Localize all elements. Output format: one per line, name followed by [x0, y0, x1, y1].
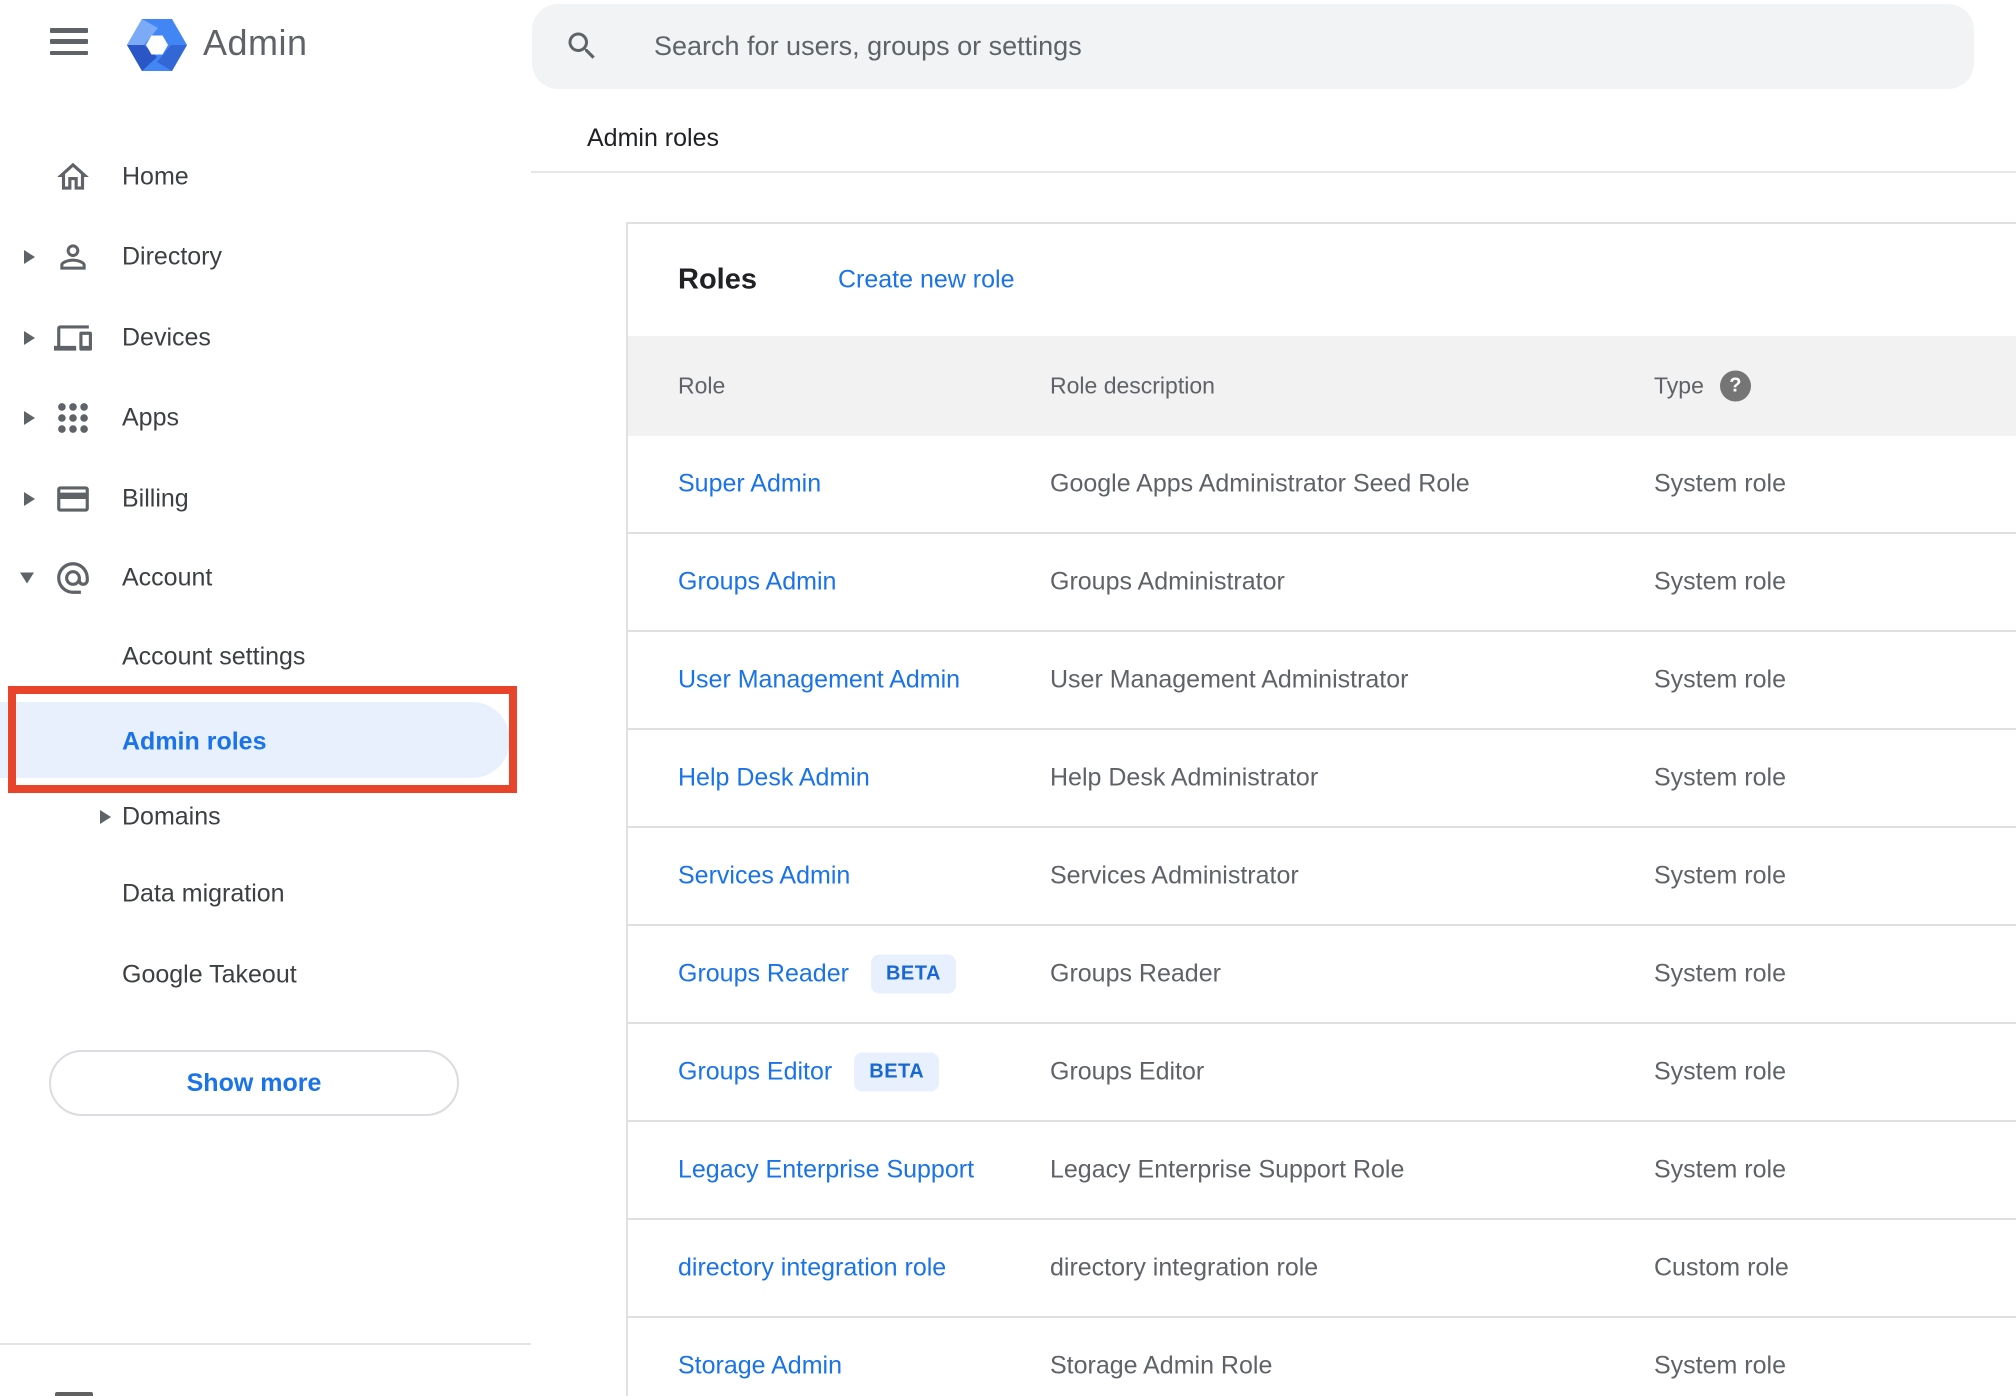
role-description-cell: Google Apps Administrator Seed Role	[1050, 469, 1470, 498]
role-description-cell: Legacy Enterprise Support Role	[1050, 1155, 1405, 1184]
expand-chevron-right-icon	[24, 331, 35, 345]
role-type-cell: System role	[1654, 959, 1786, 988]
sidebar-item-google-takeout[interactable]: Google Takeout	[0, 935, 531, 1015]
credit-card-icon	[54, 480, 92, 518]
roles-title: Roles	[678, 263, 757, 296]
sidebar-item-label: Account	[122, 563, 213, 592]
table-row: Groups Editor BETA Groups Editor System …	[628, 1024, 2016, 1122]
table-row: Groups Admin Groups Administrator System…	[628, 534, 2016, 632]
role-description-cell: Groups Editor	[1050, 1057, 1205, 1086]
help-icon[interactable]: ?	[1719, 370, 1751, 402]
expand-chevron-right-icon	[100, 810, 111, 824]
sidebar-item-devices[interactable]: Devices	[0, 298, 531, 378]
sidebar-item-account-settings[interactable]: Account settings	[0, 617, 531, 697]
sidebar-item-domains[interactable]: Domains	[0, 777, 531, 857]
role-description-cell: Storage Admin Role	[1050, 1351, 1273, 1380]
role-type-cell: System role	[1654, 861, 1786, 890]
beta-badge: BETA	[870, 954, 956, 994]
role-description-cell: Help Desk Administrator	[1050, 763, 1319, 792]
role-link[interactable]: Services Admin	[678, 862, 850, 891]
person-icon	[54, 238, 92, 276]
column-header-type-label: Type	[1654, 372, 1704, 399]
devices-icon	[54, 319, 92, 357]
search-input[interactable]	[652, 4, 1932, 89]
sidebar-item-label: Billing	[122, 484, 189, 513]
sidebar-item-label: Domains	[122, 802, 221, 831]
sidebar-item-label: Account settings	[122, 642, 306, 671]
role-description-cell: Groups Administrator	[1050, 567, 1285, 596]
role-type-cell: System role	[1654, 469, 1786, 498]
sidebar-item-label: Apps	[122, 403, 179, 432]
breadcrumb: Admin roles	[587, 124, 719, 152]
partial-sidebar-icon	[55, 1392, 93, 1396]
role-link[interactable]: Groups Editor	[678, 1058, 832, 1087]
table-row: User Management Admin User Management Ad…	[628, 632, 2016, 730]
app-title: Admin	[203, 22, 308, 63]
sidebar-item-admin-roles[interactable]: Admin roles	[0, 702, 531, 782]
sidebar-item-label: Devices	[122, 323, 211, 352]
role-description-cell: User Management Administrator	[1050, 665, 1409, 694]
role-type-cell: System role	[1654, 763, 1786, 792]
roles-card: Roles Create new role Role Role descript…	[626, 222, 2016, 1396]
header-divider	[531, 171, 2016, 173]
sidebar-item-home[interactable]: Home	[0, 137, 531, 217]
sidebar-item-billing[interactable]: Billing	[0, 459, 531, 539]
role-link[interactable]: Groups Reader	[678, 960, 849, 989]
role-link[interactable]: User Management Admin	[678, 666, 960, 695]
role-type-cell: System role	[1654, 567, 1786, 596]
sidebar-item-label: Data migration	[122, 879, 285, 908]
role-link[interactable]: Storage Admin	[678, 1352, 842, 1381]
table-row: Groups Reader BETA Groups Reader System …	[628, 926, 2016, 1024]
expand-chevron-right-icon	[24, 492, 35, 506]
sidebar-item-account[interactable]: Account	[0, 538, 531, 618]
sidebar-item-label: Directory	[122, 242, 223, 271]
sidebar-item-label: Google Takeout	[122, 960, 297, 989]
role-link[interactable]: Legacy Enterprise Support	[678, 1156, 974, 1185]
role-type-cell: System role	[1654, 1057, 1786, 1086]
role-link[interactable]: Groups Admin	[678, 568, 836, 597]
column-header-role: Role	[678, 372, 726, 399]
search-bar	[532, 4, 1974, 89]
table-row: directory integration role directory int…	[628, 1220, 2016, 1318]
home-icon	[54, 158, 92, 196]
show-more-button[interactable]: Show more	[49, 1050, 459, 1116]
role-type-cell: Custom role	[1654, 1253, 1789, 1282]
apps-grid-icon	[54, 399, 92, 437]
sidebar-item-apps[interactable]: Apps	[0, 378, 531, 458]
role-link[interactable]: Help Desk Admin	[678, 764, 870, 793]
at-sign-icon	[54, 559, 92, 597]
role-link[interactable]: directory integration role	[678, 1254, 946, 1283]
role-type-cell: System role	[1654, 1351, 1786, 1380]
column-header-role-description: Role description	[1050, 372, 1215, 399]
table-row: Super Admin Google Apps Administrator Se…	[628, 436, 2016, 534]
table-row: Services Admin Services Administrator Sy…	[628, 828, 2016, 926]
role-type-cell: System role	[1654, 665, 1786, 694]
hamburger-menu-icon[interactable]	[50, 28, 88, 55]
table-header-row: Role Role description Type ?	[628, 336, 2016, 436]
roles-card-header: Roles Create new role	[628, 224, 2016, 336]
google-admin-logo-icon[interactable]	[127, 17, 187, 73]
beta-badge: BETA	[854, 1052, 940, 1092]
create-new-role-link[interactable]: Create new role	[838, 266, 1014, 295]
admin-console-screen: Admin Admin roles Home Directory Devices…	[0, 0, 2016, 1396]
sidebar-item-label: Home	[122, 162, 189, 191]
expand-chevron-down-icon	[20, 572, 34, 584]
sidebar-item-label: Admin roles	[122, 727, 267, 756]
role-type-cell: System role	[1654, 1155, 1786, 1184]
sidebar-item-data-migration[interactable]: Data migration	[0, 854, 531, 934]
sidebar-divider	[0, 1343, 531, 1345]
role-link[interactable]: Super Admin	[678, 470, 821, 499]
role-description-cell: Services Administrator	[1050, 861, 1299, 890]
table-body: Super Admin Google Apps Administrator Se…	[628, 436, 2016, 1396]
role-description-cell: Groups Reader	[1050, 959, 1221, 988]
column-header-type: Type ?	[1654, 370, 1751, 402]
table-row: Storage Admin Storage Admin Role System …	[628, 1318, 2016, 1396]
table-row: Help Desk Admin Help Desk Administrator …	[628, 730, 2016, 828]
expand-chevron-right-icon	[24, 250, 35, 264]
table-row: Legacy Enterprise Support Legacy Enterpr…	[628, 1122, 2016, 1220]
expand-chevron-right-icon	[24, 411, 35, 425]
sidebar-item-directory[interactable]: Directory	[0, 217, 531, 297]
search-icon[interactable]	[564, 28, 600, 64]
role-description-cell: directory integration role	[1050, 1253, 1319, 1282]
